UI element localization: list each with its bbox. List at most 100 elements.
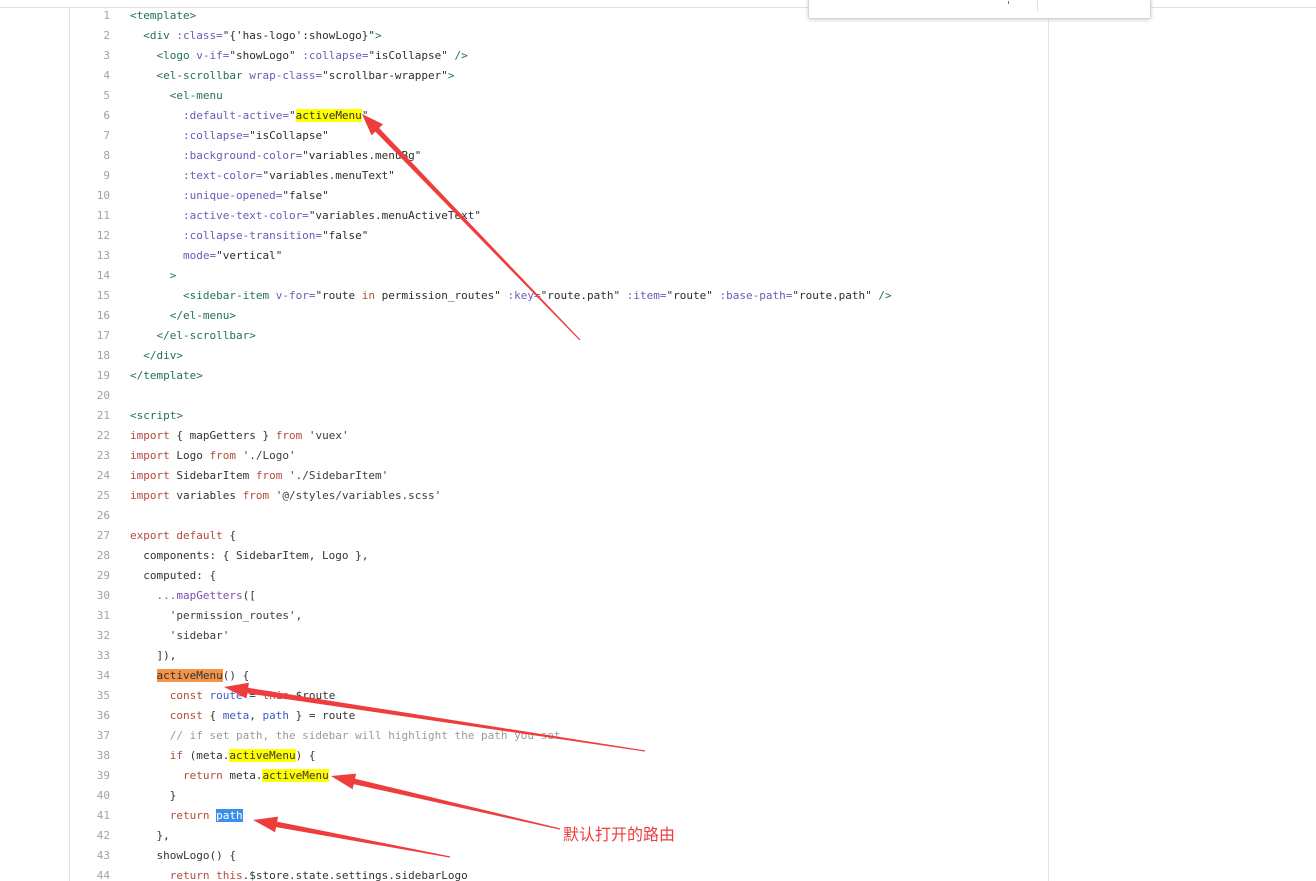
line-code[interactable]: :default-active="activeMenu": [130, 106, 368, 126]
code-line[interactable]: 37 // if set path, the sidebar will high…: [0, 726, 1316, 746]
code-line[interactable]: 5 <el-menu: [0, 86, 1316, 106]
code-line[interactable]: 43 showLogo() {: [0, 846, 1316, 866]
code-line[interactable]: 3 <logo v-if="showLogo" :collapse="isCol…: [0, 46, 1316, 66]
line-code[interactable]: 'sidebar': [130, 626, 230, 646]
code-line[interactable]: 40 }: [0, 786, 1316, 806]
code-line[interactable]: 9 :text-color="variables.menuText": [0, 166, 1316, 186]
code-line[interactable]: 24 import SidebarItem from './SidebarItem…: [0, 466, 1316, 486]
line-code[interactable]: components: { SidebarItem, Logo },: [130, 546, 368, 566]
match-highlight: activeMenu: [262, 769, 329, 782]
line-code[interactable]: :collapse="isCollapse": [130, 126, 329, 146]
line-code[interactable]: activeMenu() {: [130, 666, 249, 686]
code-token: <sidebar-item: [130, 289, 270, 302]
line-code[interactable]: ]),: [130, 646, 176, 666]
line-code[interactable]: :collapse-transition="false": [130, 226, 368, 246]
code-line[interactable]: 30 ...mapGetters([: [0, 586, 1316, 606]
code-line[interactable]: 21 <script>: [0, 406, 1316, 426]
code-line[interactable]: 12 :collapse-transition="false": [0, 226, 1316, 246]
line-code[interactable]: <template>: [130, 6, 196, 26]
code-line[interactable]: 22 import { mapGetters } from 'vuex': [0, 426, 1316, 446]
line-code[interactable]: </el-scrollbar>: [130, 326, 255, 346]
line-code[interactable]: :background-color="variables.menuBg": [130, 146, 421, 166]
code-line[interactable]: 16 </el-menu>: [0, 306, 1316, 326]
code-line[interactable]: 20: [0, 386, 1316, 406]
line-code[interactable]: >: [130, 266, 177, 286]
line-code[interactable]: mode="vertical": [130, 246, 282, 266]
code-line[interactable]: 33 ]),: [0, 646, 1316, 666]
code-line[interactable]: 14 >: [0, 266, 1316, 286]
line-code[interactable]: import Logo from './Logo': [130, 446, 296, 466]
code-line[interactable]: 34 activeMenu() {: [0, 666, 1316, 686]
line-code[interactable]: import SidebarItem from './SidebarItem': [130, 466, 388, 486]
line-code[interactable]: </el-menu>: [130, 306, 236, 326]
line-code[interactable]: import variables from '@/styles/variable…: [130, 486, 441, 506]
line-code[interactable]: }: [130, 786, 177, 806]
line-code[interactable]: return meta.activeMenu: [130, 766, 329, 786]
code-line[interactable]: 4 <el-scrollbar wrap-class="scrollbar-wr…: [0, 66, 1316, 86]
code-line[interactable]: 35 const route = this.$route: [0, 686, 1316, 706]
code-line[interactable]: 6 :default-active="activeMenu": [0, 106, 1316, 126]
line-code[interactable]: const route = this.$route: [130, 686, 336, 706]
line-code[interactable]: <script>: [130, 406, 183, 426]
line-number: 34: [96, 669, 110, 682]
line-number: 20: [96, 389, 110, 402]
code-line[interactable]: 25 import variables from '@/styles/variab…: [0, 486, 1316, 506]
code-line[interactable]: 2 <div :class="{'has-logo':showLogo}">: [0, 26, 1316, 46]
code-token: import: [130, 489, 170, 502]
line-code[interactable]: // if set path, the sidebar will highlig…: [130, 726, 561, 746]
code-token: ...mapGetters: [130, 589, 243, 602]
line-code[interactable]: <logo v-if="showLogo" :collapse="isColla…: [130, 46, 468, 66]
code-line[interactable]: 29 computed: {: [0, 566, 1316, 586]
line-code[interactable]: export default {: [130, 526, 236, 546]
code-token: :base-path=: [712, 289, 793, 302]
line-code[interactable]: 'permission_routes',: [130, 606, 302, 626]
line-number: 8: [103, 149, 110, 162]
code-line[interactable]: 17 </el-scrollbar>: [0, 326, 1316, 346]
line-code[interactable]: import { mapGetters } from 'vuex': [130, 426, 349, 446]
code-token: />: [447, 49, 468, 62]
line-code[interactable]: showLogo() {: [130, 846, 235, 866]
line-code[interactable]: ...mapGetters([: [130, 586, 256, 606]
line-code[interactable]: :active-text-color="variables.menuActive…: [130, 206, 481, 226]
line-code[interactable]: return this.$store.state.settings.sideba…: [130, 866, 468, 881]
code-line[interactable]: 41 return path: [0, 806, 1316, 826]
code-line[interactable]: 38 if (meta.activeMenu) {: [0, 746, 1316, 766]
code-line[interactable]: 27 export default {: [0, 526, 1316, 546]
code-line[interactable]: 13 mode="vertical": [0, 246, 1316, 266]
line-code[interactable]: if (meta.activeMenu) {: [130, 746, 315, 766]
code-line[interactable]: 23 import Logo from './Logo': [0, 446, 1316, 466]
line-code[interactable]: <el-scrollbar wrap-class="scrollbar-wrap…: [130, 66, 454, 86]
code-line[interactable]: 36 const { meta, path } = route: [0, 706, 1316, 726]
code-line[interactable]: 39 return meta.activeMenu: [0, 766, 1316, 786]
code-line[interactable]: 18 </div>: [0, 346, 1316, 366]
code-area[interactable]: 1 <template> 2 <div :class="{'has-logo':sh…: [0, 6, 1316, 881]
line-code[interactable]: <el-menu: [130, 86, 223, 106]
code-token: <el-menu: [130, 89, 223, 102]
line-code[interactable]: :unique-opened="false": [130, 186, 329, 206]
code-line[interactable]: 8 :background-color="variables.menuBg": [0, 146, 1316, 166]
code-token: "isCollapse": [368, 49, 448, 62]
code-line[interactable]: 26: [0, 506, 1316, 526]
code-line[interactable]: 7 :collapse="isCollapse": [0, 126, 1316, 146]
code-line[interactable]: 31 'permission_routes',: [0, 606, 1316, 626]
line-code[interactable]: const { meta, path } = route: [130, 706, 355, 726]
find-widget[interactable]: [808, 0, 1151, 19]
line-code[interactable]: computed: {: [130, 566, 216, 586]
code-line[interactable]: 44 return this.$store.state.settings.sid…: [0, 866, 1316, 881]
line-code[interactable]: return path: [130, 806, 243, 826]
code-token: meta.: [222, 769, 263, 782]
line-code[interactable]: <sidebar-item v-for="route in permission…: [130, 286, 892, 306]
code-token: } = route: [288, 709, 356, 722]
line-code[interactable]: </template>: [130, 366, 203, 386]
code-line[interactable]: 28 components: { SidebarItem, Logo },: [0, 546, 1316, 566]
line-code[interactable]: },: [130, 826, 169, 846]
line-code[interactable]: </div>: [130, 346, 183, 366]
code-line[interactable]: 10 :unique-opened="false": [0, 186, 1316, 206]
line-code[interactable]: :text-color="variables.menuText": [130, 166, 395, 186]
code-line[interactable]: 11 :active-text-color="variables.menuAct…: [0, 206, 1316, 226]
line-code[interactable]: <div :class="{'has-logo':showLogo}">: [130, 26, 381, 46]
code-line[interactable]: 32 'sidebar': [0, 626, 1316, 646]
code-line[interactable]: 15 <sidebar-item v-for="route in permiss…: [0, 286, 1316, 306]
code-token: ([: [242, 589, 256, 602]
code-line[interactable]: 19 </template>: [0, 366, 1316, 386]
